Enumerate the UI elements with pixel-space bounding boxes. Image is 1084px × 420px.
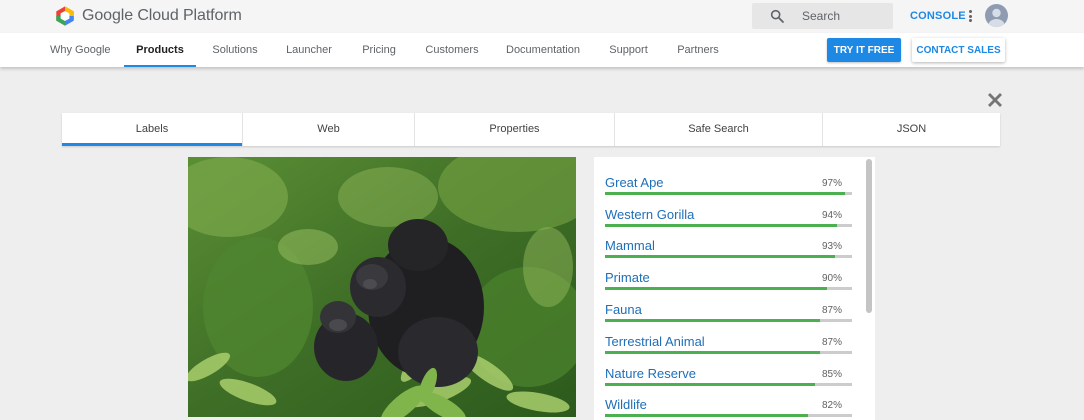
more-vert-icon[interactable]	[964, 8, 976, 24]
label-row: Primate 90%	[605, 252, 852, 290]
label-row: Terrestrial Animal 87%	[605, 316, 852, 354]
label-name: Terrestrial Animal	[605, 334, 705, 349]
cloud-hexagon-logo-icon	[56, 6, 74, 26]
nav-item-partners[interactable]: Partners	[676, 33, 720, 67]
console-link[interactable]: CONSOLE	[910, 10, 966, 22]
nav-item-customers[interactable]: Customers	[424, 33, 480, 67]
labels-panel: Great Ape 97% Western Gorilla 94% Mammal…	[594, 157, 875, 420]
nav-item-solutions[interactable]: Solutions	[210, 33, 260, 67]
nav-item-support[interactable]: Support	[607, 33, 650, 67]
tab-properties[interactable]: Properties	[415, 113, 615, 146]
label-percent: 82%	[821, 400, 842, 411]
analyzed-image	[188, 157, 576, 417]
gorilla-photo	[188, 157, 576, 417]
label-name: Primate	[605, 270, 650, 285]
label-row: Fauna 87%	[605, 284, 852, 322]
search-input[interactable]	[802, 9, 882, 23]
search-box[interactable]	[752, 3, 893, 29]
label-percent: 87%	[821, 305, 842, 316]
close-icon[interactable]	[988, 93, 1002, 107]
gcp-logo[interactable]: Google Cloud Platform	[54, 5, 242, 27]
score-bar-track	[605, 414, 852, 417]
contact-sales-button[interactable]: CONTACT SALES	[912, 38, 1005, 62]
logo-text: Google Cloud Platform	[82, 7, 242, 24]
label-name: Wildlife	[605, 397, 647, 412]
try-it-free-button[interactable]: TRY IT FREE	[827, 38, 901, 62]
label-row: Mammal 93%	[605, 220, 852, 258]
tab-web[interactable]: Web	[243, 113, 415, 146]
nav-item-products[interactable]: Products	[124, 33, 196, 67]
label-percent: 97%	[821, 178, 842, 189]
label-percent: 90%	[821, 273, 842, 284]
nav-item-documentation[interactable]: Documentation	[506, 33, 580, 67]
label-percent: 93%	[821, 241, 842, 252]
label-row: Nature Reserve 85%	[605, 348, 852, 386]
label-name: Mammal	[605, 238, 655, 253]
labels-scrollbar[interactable]	[866, 159, 872, 313]
nav-item-pricing[interactable]: Pricing	[360, 33, 398, 67]
label-row: Wildlife 82%	[605, 379, 852, 417]
tab-labels[interactable]: Labels	[62, 113, 243, 146]
user-silhouette-icon	[988, 8, 1005, 27]
top-header: Google Cloud Platform CONSOLE	[0, 0, 1084, 33]
score-bar-fill	[605, 414, 808, 417]
label-row: Great Ape 97%	[605, 157, 852, 195]
tab-json[interactable]: JSON	[823, 113, 1000, 146]
label-percent: 87%	[821, 337, 842, 348]
nav-item-why-google[interactable]: Why Google	[50, 33, 111, 67]
tab-safe-search[interactable]: Safe Search	[615, 113, 823, 146]
label-name: Fauna	[605, 302, 642, 317]
result-tabs: Labels Web Properties Safe Search JSON	[62, 113, 1000, 146]
search-icon	[770, 9, 784, 23]
label-row: Western Gorilla 94%	[605, 189, 852, 227]
nav-item-launcher[interactable]: Launcher	[285, 33, 333, 67]
main-nav: Why Google Products Solutions Launcher P…	[0, 33, 1084, 67]
avatar[interactable]	[985, 4, 1008, 27]
label-name: Great Ape	[605, 175, 664, 190]
